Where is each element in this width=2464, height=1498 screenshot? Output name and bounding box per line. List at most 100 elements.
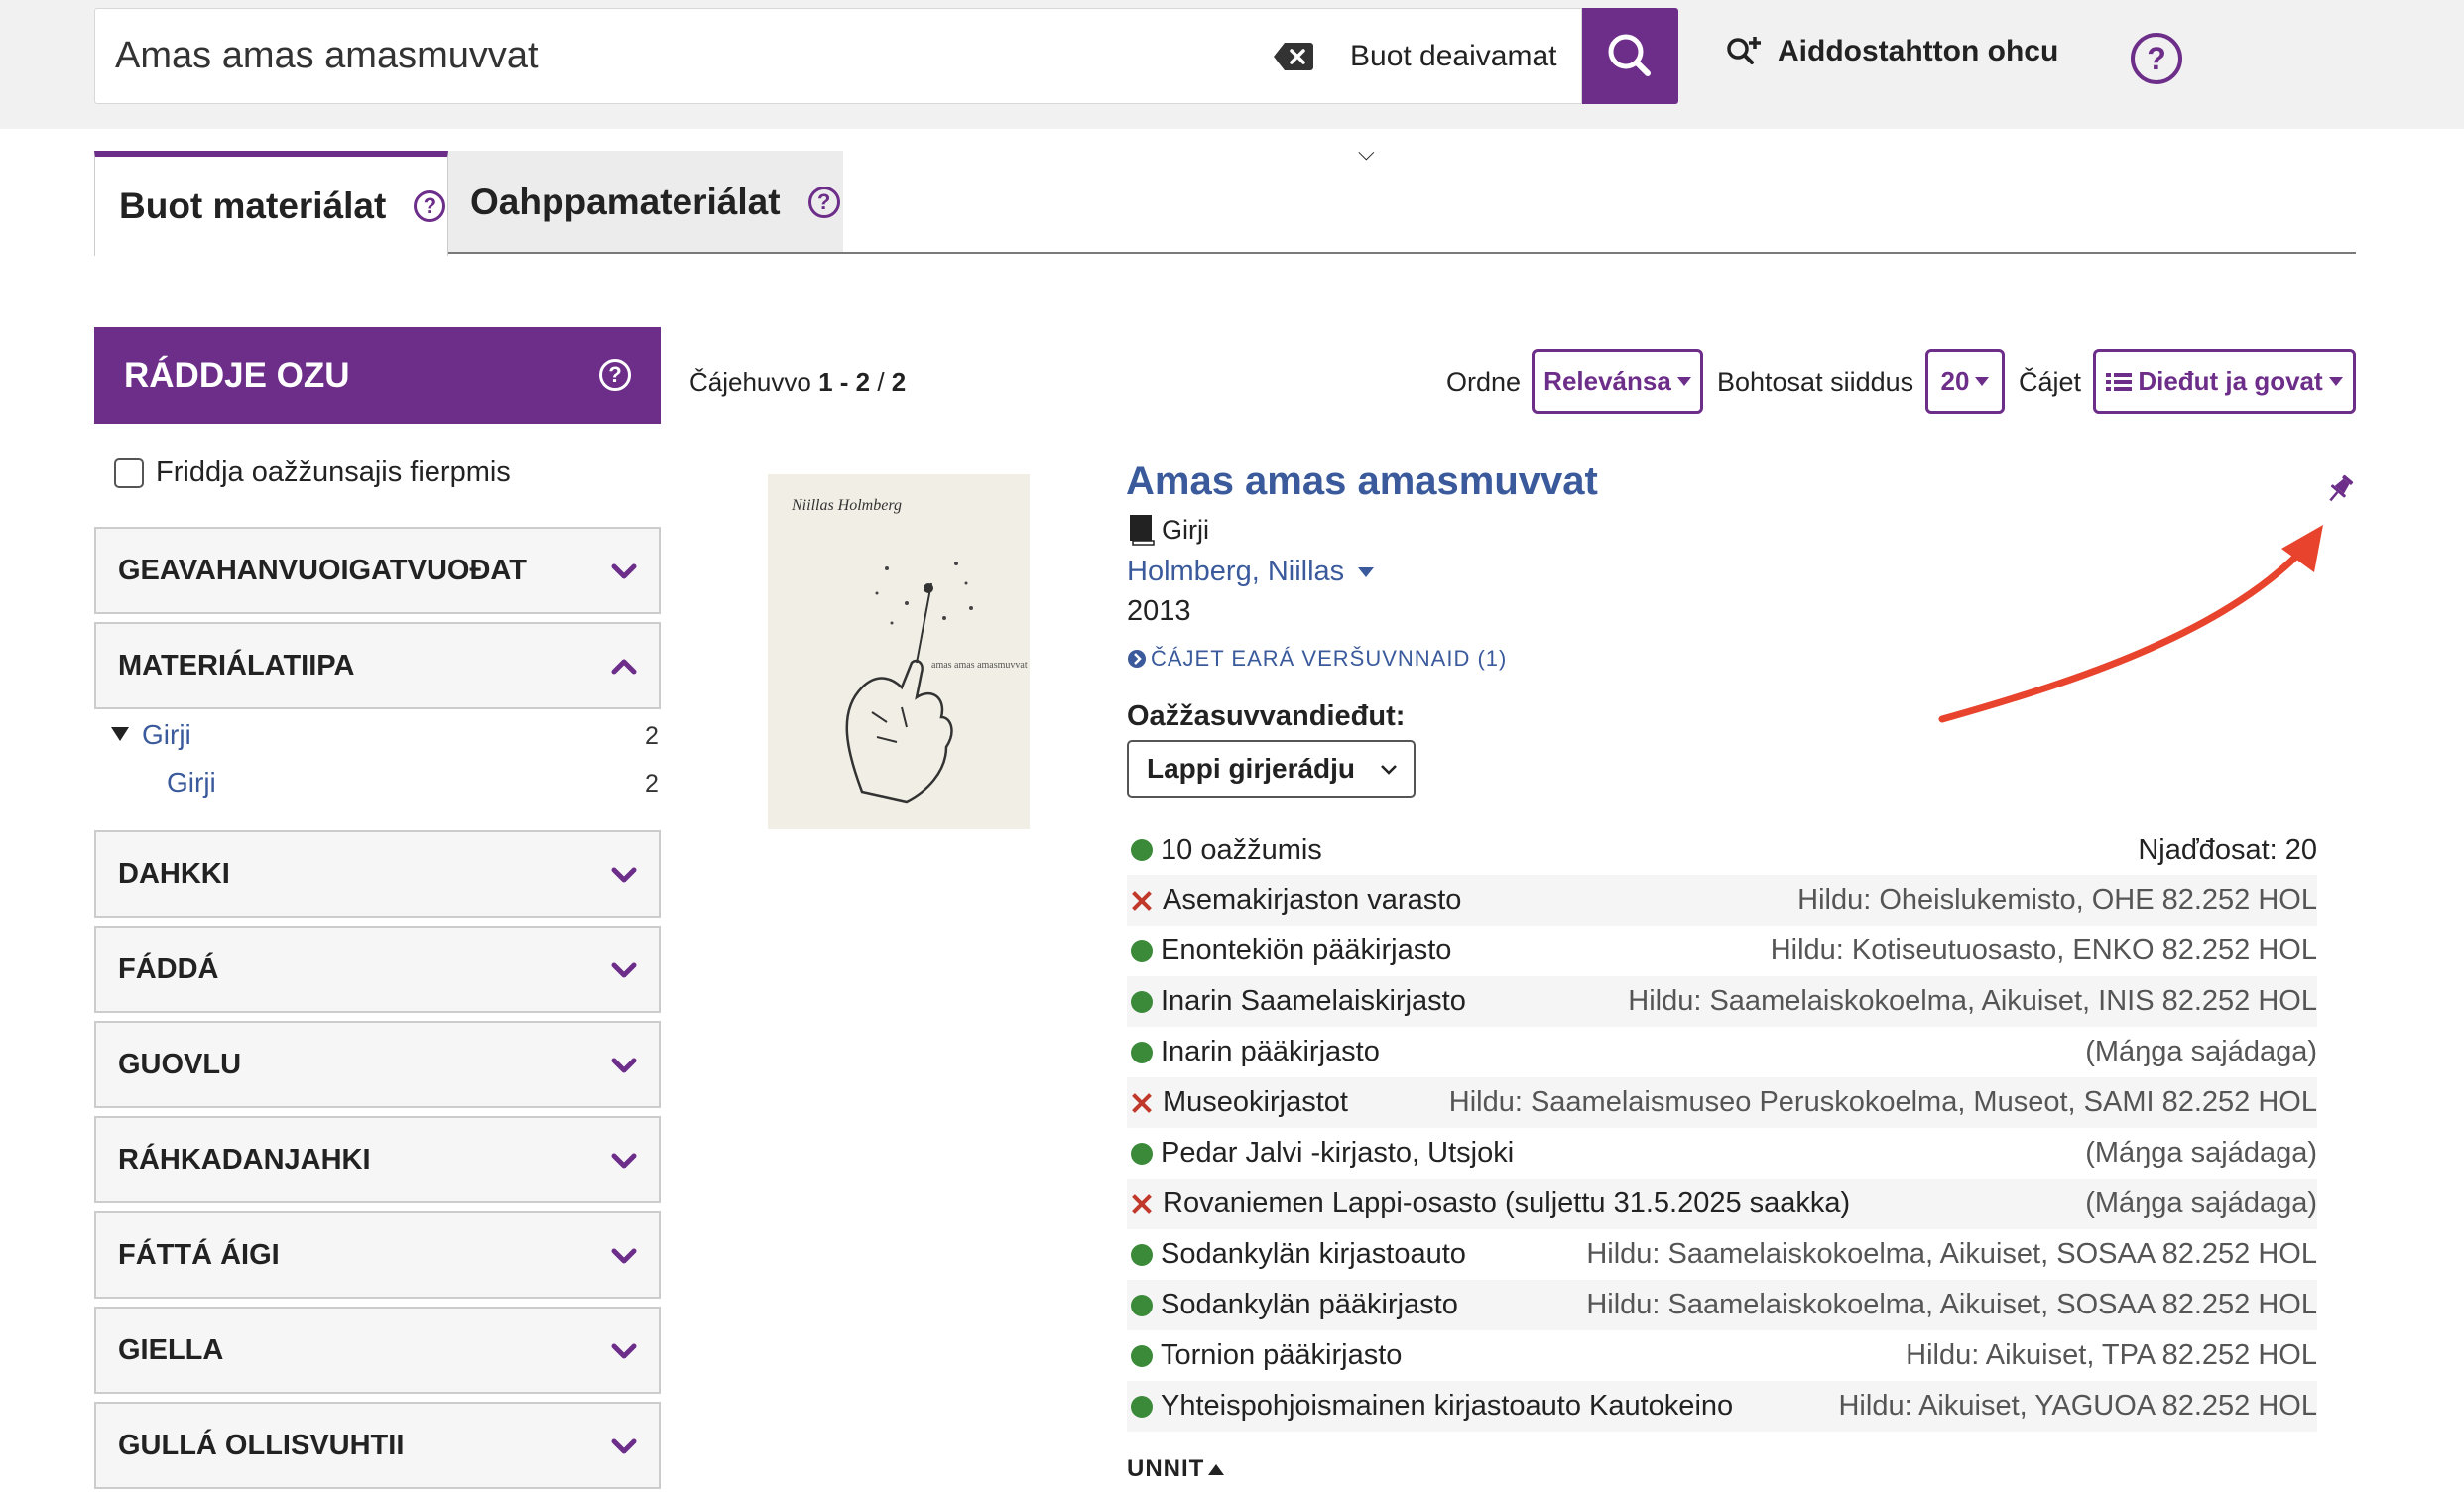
record-title-link[interactable]: Amas amas amasmuvvat <box>1126 459 1598 504</box>
help-icon[interactable]: ? <box>807 187 840 218</box>
chevron-down-icon <box>1381 765 1397 775</box>
holding-library: Inarin pääkirjasto <box>1161 1036 1380 1067</box>
tab-all-materials[interactable]: Buot materiálat ? <box>94 151 448 256</box>
facet-subject[interactable]: FÁDDÁ <box>94 926 661 1013</box>
pin-icon[interactable] <box>2323 472 2357 511</box>
holding-location: Hildu: Aikuiset, YAGUOA 82.252 HOL <box>1838 1390 2317 1422</box>
facet-region[interactable]: GUOVLU <box>94 1021 661 1108</box>
holding-row[interactable]: Inarin Saamelaiskirjasto Hildu: Saamelai… <box>1127 976 2317 1027</box>
clear-search-button[interactable] <box>1273 41 1314 72</box>
chevron-down-icon <box>611 1248 637 1264</box>
facet-label: MATERIÁLATIIPA <box>118 649 355 682</box>
help-icon[interactable]: ? <box>2131 33 2182 84</box>
facets-header-label: RÁDDJE OZU <box>124 355 350 395</box>
help-icon[interactable]: ? <box>599 359 631 391</box>
online-filter[interactable]: Friddja oažžunsajis fierpmis <box>114 456 511 489</box>
advanced-search-link[interactable]: Aiddostahtton ohcu <box>1724 35 2058 68</box>
caret-up-icon <box>1208 1464 1225 1476</box>
holding-row[interactable]: Sodankylän kirjastoauto Hildu: Saamelais… <box>1127 1229 2317 1280</box>
availability-label: Oažžasuvvandieđut: <box>1127 700 1406 732</box>
view-dropdown[interactable]: Dieđut ja govat <box>2093 349 2356 414</box>
other-versions-label: ČÁJET EARÁ VERŠUVNNAID (1) <box>1151 646 1508 671</box>
holding-row[interactable]: Pedar Jalvi -kirjasto, Utsjoki (Máŋga sa… <box>1127 1128 2317 1179</box>
holding-library: Tornion pääkirjasto <box>1161 1339 1403 1371</box>
holding-location: Hildu: Saamelaiskokoelma, Aikuiset, SOSA… <box>1586 1289 2317 1320</box>
facet-usage-rights[interactable]: GEAVAHANVUOIGATVUOĐAT <box>94 527 661 614</box>
per-page-value: 20 <box>1940 366 1970 396</box>
holding-row[interactable]: Enontekiön pääkirjasto Hildu: Kotiseutuo… <box>1127 926 2317 976</box>
holding-library: Sodankylän pääkirjasto <box>1161 1289 1458 1320</box>
per-page-dropdown[interactable]: 20 <box>1925 349 2005 414</box>
clear-icon <box>1274 43 1313 70</box>
holding-library: Inarin Saamelaiskirjasto <box>1161 985 1466 1017</box>
holdings-list: 10 oažžumis Njaďđosat: 20 Asemakirjaston… <box>1127 825 2317 1432</box>
facet-item-count: 2 <box>645 770 659 798</box>
facet-label: FÁDDÁ <box>118 952 219 985</box>
holding-row[interactable]: Inarin pääkirjasto (Máŋga sajádaga) <box>1127 1027 2317 1077</box>
facet-item-tree-toggle[interactable] <box>111 727 129 741</box>
record-author-link[interactable]: Holmberg, Niillas <box>1127 556 1375 588</box>
holding-row[interactable]: Museokirjastot Hildu: Saamelaismuseo Per… <box>1127 1077 2317 1128</box>
search-scope-dropdown[interactable]: Buot deaivamat ⌵ <box>1350 9 1581 165</box>
holding-library: Yhteispohjoismainen kirjastoauto Kautoke… <box>1161 1390 1734 1422</box>
holding-library: Pedar Jalvi -kirjasto, Utsjoki <box>1161 1137 1515 1169</box>
search-button[interactable] <box>1582 8 1678 104</box>
search-input[interactable] <box>115 9 1256 103</box>
results-count: Čájehuvvo 1 - 2 / 2 <box>689 367 906 398</box>
chevron-down-icon <box>611 962 637 978</box>
unavailable-x-icon <box>1129 1090 1155 1116</box>
facet-label: RÁHKADANJAHKI <box>118 1143 371 1176</box>
facet-item-count: 2 <box>645 722 659 750</box>
chevron-down-icon: ⌵ <box>1358 140 1375 165</box>
sort-dropdown[interactable]: Relevánsa <box>1532 349 1703 414</box>
holding-row[interactable]: Tornion pääkirjasto Hildu: Aikuiset, TPA… <box>1127 1330 2317 1381</box>
search-icon <box>1608 34 1651 76</box>
advanced-search-label: Aiddostahtton ohcu <box>1778 35 2059 67</box>
facet-year[interactable]: RÁHKADANJAHKI <box>94 1116 661 1203</box>
facet-label: GUOVLU <box>118 1048 242 1080</box>
facet-era[interactable]: FÁTTÁ ÁIGI <box>94 1211 661 1299</box>
show-less-label: UNNIT <box>1127 1455 1205 1482</box>
facet-label: FÁTTÁ ÁIGI <box>118 1238 280 1271</box>
holding-location: Hildu: Kotiseutuosasto, ENKO 82.252 HOL <box>1770 935 2317 966</box>
show-less-link[interactable]: UNNIT <box>1127 1455 1225 1483</box>
facet-author[interactable]: DAHKKI <box>94 830 661 918</box>
online-filter-checkbox[interactable] <box>114 457 144 488</box>
holding-row[interactable]: Asemakirjaston varasto Hildu: Oheislukem… <box>1127 875 2317 926</box>
holding-location: (Máŋga sajádaga) <box>2085 1036 2317 1067</box>
available-dot-icon <box>1131 990 1153 1013</box>
chevron-right-circle-icon <box>1128 650 1146 668</box>
holding-library: Asemakirjaston varasto <box>1163 884 1462 916</box>
record-author-name: Holmberg, Niillas <box>1127 556 1345 587</box>
region-select[interactable]: Lappi girjerádju <box>1127 740 1416 798</box>
holding-row[interactable]: Sodankylän pääkirjasto Hildu: Saamelaisk… <box>1127 1280 2317 1330</box>
search-box: Buot deaivamat ⌵ <box>94 8 1582 165</box>
holding-library: Enontekiön pääkirjasto <box>1161 935 1452 966</box>
holding-row[interactable]: Yhteispohjoismainen kirjastoauto Kautoke… <box>1127 1381 2317 1432</box>
chevron-down-icon <box>611 867 637 883</box>
facet-label: DAHKKI <box>118 857 230 890</box>
chevron-down-icon <box>611 1058 637 1073</box>
holding-location: (Máŋga sajádaga) <box>2085 1187 2317 1219</box>
tab-learning-materials[interactable]: Oahppamateriálat ? <box>448 151 843 254</box>
help-icon[interactable]: ? <box>414 190 446 222</box>
facet-material-type[interactable]: MATERIÁLATIIPA <box>94 622 661 709</box>
facet-label: GEAVAHANVUOIGATVUOĐAT <box>118 554 527 586</box>
book-cover[interactable]: Niillas Holmberg amas amas amasmuvvat <box>768 474 1030 829</box>
available-dot-icon <box>1131 1294 1153 1316</box>
chevron-down-icon <box>611 563 637 579</box>
chevron-down-icon <box>611 1153 637 1169</box>
unavailable-x-icon <box>1129 888 1155 914</box>
facet-language[interactable]: GIELLA <box>94 1307 661 1394</box>
available-dot-icon <box>1131 939 1153 962</box>
record-format-label: Girji <box>1162 514 1209 545</box>
holding-row[interactable]: Rovaniemen Lappi-osasto (suljettu 31.5.2… <box>1127 1179 2317 1229</box>
facet-collection[interactable]: GULLÁ OLLISVUHTII <box>94 1402 661 1489</box>
caret-down-icon <box>2328 377 2343 386</box>
facet-subitem-book[interactable]: Girji <box>167 767 216 799</box>
record-year: 2013 <box>1127 595 1191 627</box>
other-versions-link[interactable]: ČÁJET EARÁ VERŠUVNNAID (1) <box>1127 646 1507 672</box>
facet-item-book[interactable]: Girji <box>142 719 191 751</box>
annotation-arrow <box>1938 525 2323 723</box>
results-count-range: 1 - 2 <box>818 367 871 397</box>
